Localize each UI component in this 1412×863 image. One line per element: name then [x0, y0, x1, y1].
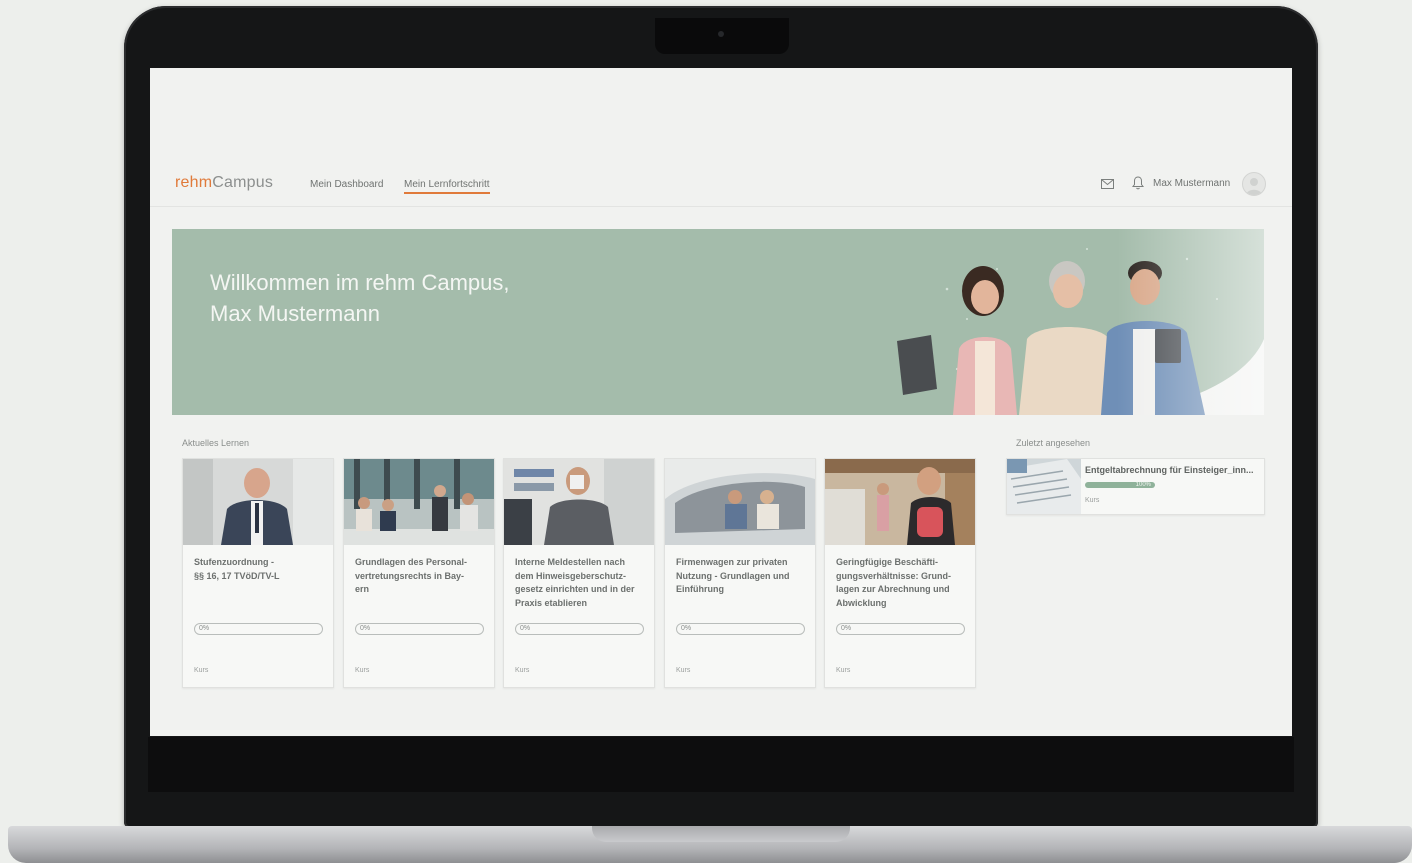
nav-mein-dashboard[interactable]: Mein Dashboard: [310, 179, 383, 190]
user-avatar-icon[interactable]: [1242, 172, 1266, 196]
course-progress-bar: 0%: [194, 623, 323, 635]
welcome-banner: Willkommen im rehm Campus, Max Musterman…: [172, 229, 1264, 415]
course-thumbnail: [665, 459, 815, 545]
bell-icon[interactable]: [1132, 176, 1144, 190]
course-card[interactable]: Interne Meldestellen nach dem Hinweisgeb…: [503, 458, 655, 688]
course-progress-bar: 0%: [836, 623, 965, 635]
course-progress-text: 0%: [520, 625, 531, 632]
camera-icon: [718, 31, 724, 37]
course-title: Geringfügige Beschäfti- gungsverhältniss…: [836, 557, 952, 608]
top-navigation: rehmCampus Mein Dashboard Mein Lernforts…: [150, 160, 1292, 207]
course-title: Firmenwagen zur privaten Nutzung - Grund…: [676, 557, 790, 594]
hero-people-illustration: [897, 229, 1264, 415]
app-screen: rehmCampus Mein Dashboard Mein Lernforts…: [150, 68, 1292, 736]
course-title: Grundlagen des Personal- vertretungsrech…: [355, 557, 468, 594]
logo-part-campus: Campus: [212, 174, 274, 191]
course-card[interactable]: Geringfügige Beschäfti- gungsverhältniss…: [824, 458, 976, 688]
recent-course-type: Kurs: [1085, 497, 1100, 504]
course-thumbnail: [183, 459, 333, 545]
laptop-base-groove: [592, 826, 850, 842]
nav-mein-lernfortschritt[interactable]: Mein Lernfortschritt: [404, 179, 490, 194]
logo-part-rehm: rehm: [175, 174, 213, 191]
mail-icon[interactable]: [1101, 179, 1114, 189]
course-card[interactable]: Firmenwagen zur privaten Nutzung - Grund…: [664, 458, 816, 688]
course-thumbnail: [344, 459, 494, 545]
course-progress-text: 0%: [841, 625, 852, 632]
course-progress-text: 0%: [360, 625, 371, 632]
section-label-recently-viewed: Zuletzt angesehen: [1016, 438, 1091, 448]
welcome-title: Willkommen im rehm Campus, Max Musterman…: [210, 270, 510, 326]
course-progress-bar: 0%: [355, 623, 484, 635]
recent-course-title: Entgeltabrechnung für Einsteiger_inn...: [1085, 465, 1254, 475]
course-type: Kurs: [355, 667, 370, 674]
course-card[interactable]: Grundlagen des Personal- vertretungsrech…: [343, 458, 495, 688]
recent-progress-bar: 100%: [1085, 482, 1155, 488]
logo[interactable]: rehmCampus: [175, 174, 273, 192]
recent-progress-text: 100%: [1135, 482, 1151, 488]
course-type: Kurs: [836, 667, 851, 674]
course-thumbnail: [825, 459, 975, 545]
course-progress-bar: 0%: [676, 623, 805, 635]
course-type: Kurs: [194, 667, 209, 674]
course-progress-bar: 0%: [515, 623, 644, 635]
course-type: Kurs: [676, 667, 691, 674]
course-progress-text: 0%: [681, 625, 692, 632]
recent-course-thumbnail: [1007, 459, 1081, 514]
recently-viewed-card[interactable]: Entgeltabrechnung für Einsteiger_inn... …: [1006, 458, 1265, 515]
course-type: Kurs: [515, 667, 530, 674]
course-title: Stufenzuordnung - §§ 16, 17 TVöD/TV-L: [194, 557, 280, 581]
section-label-current-learning: Aktuelles Lernen: [182, 438, 250, 448]
bezel-bottom: [148, 737, 1294, 792]
course-thumbnail: [504, 459, 654, 545]
user-name[interactable]: Max Mustermann: [1153, 178, 1230, 189]
course-card[interactable]: Stufenzuordnung - §§ 16, 17 TVöD/TV-L 0%…: [182, 458, 334, 688]
course-progress-text: 0%: [199, 625, 210, 632]
course-title: Interne Meldestellen nach dem Hinweisgeb…: [515, 557, 635, 608]
